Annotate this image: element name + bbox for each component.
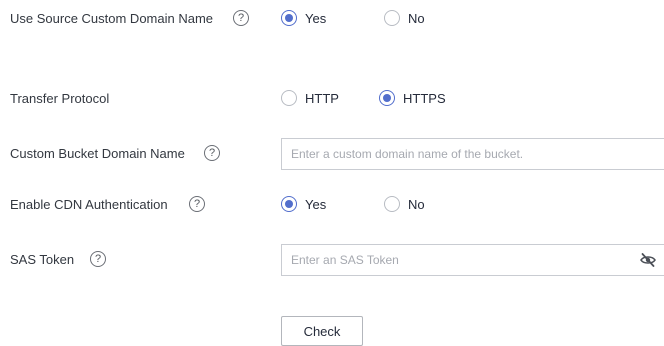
sas-token-field (281, 244, 664, 276)
sas-token-input[interactable] (291, 245, 631, 275)
radio-checked-icon (281, 10, 297, 26)
radio-label: HTTPS (403, 91, 446, 106)
cdn-auth-row: Enable CDN Authentication ? Yes No (0, 193, 664, 217)
bucket-domain-label: Custom Bucket Domain Name (10, 146, 185, 161)
radio-label: No (408, 11, 425, 26)
radio-label: No (408, 197, 425, 212)
bucket-domain-input[interactable] (291, 139, 631, 169)
radio-unchecked-icon (384, 10, 400, 26)
radio-label: Yes (305, 11, 327, 26)
radio-checked-icon (379, 90, 395, 106)
radio-unchecked-icon (281, 90, 297, 106)
sas-token-label: SAS Token (10, 252, 75, 267)
source-domain-row: Use Source Custom Domain Name ? Yes No (0, 7, 664, 31)
bucket-domain-field (281, 138, 664, 170)
cdn-auth-label: Enable CDN Authentication (10, 197, 168, 212)
radio-label: Yes (305, 197, 327, 212)
transfer-protocol-label: Transfer Protocol (10, 91, 110, 106)
check-button[interactable]: Check (281, 316, 363, 346)
help-icon[interactable]: ? (233, 10, 249, 26)
help-icon[interactable]: ? (204, 145, 220, 161)
radio-unchecked-icon (384, 196, 400, 212)
help-icon[interactable]: ? (90, 251, 106, 267)
radio-checked-icon (281, 196, 297, 212)
source-domain-label: Use Source Custom Domain Name (10, 11, 214, 26)
radio-label: HTTP (305, 91, 339, 106)
eye-slash-icon[interactable] (640, 253, 656, 267)
transfer-protocol-row: Transfer Protocol HTTP HTTPS (0, 87, 664, 111)
help-icon[interactable]: ? (189, 196, 205, 212)
